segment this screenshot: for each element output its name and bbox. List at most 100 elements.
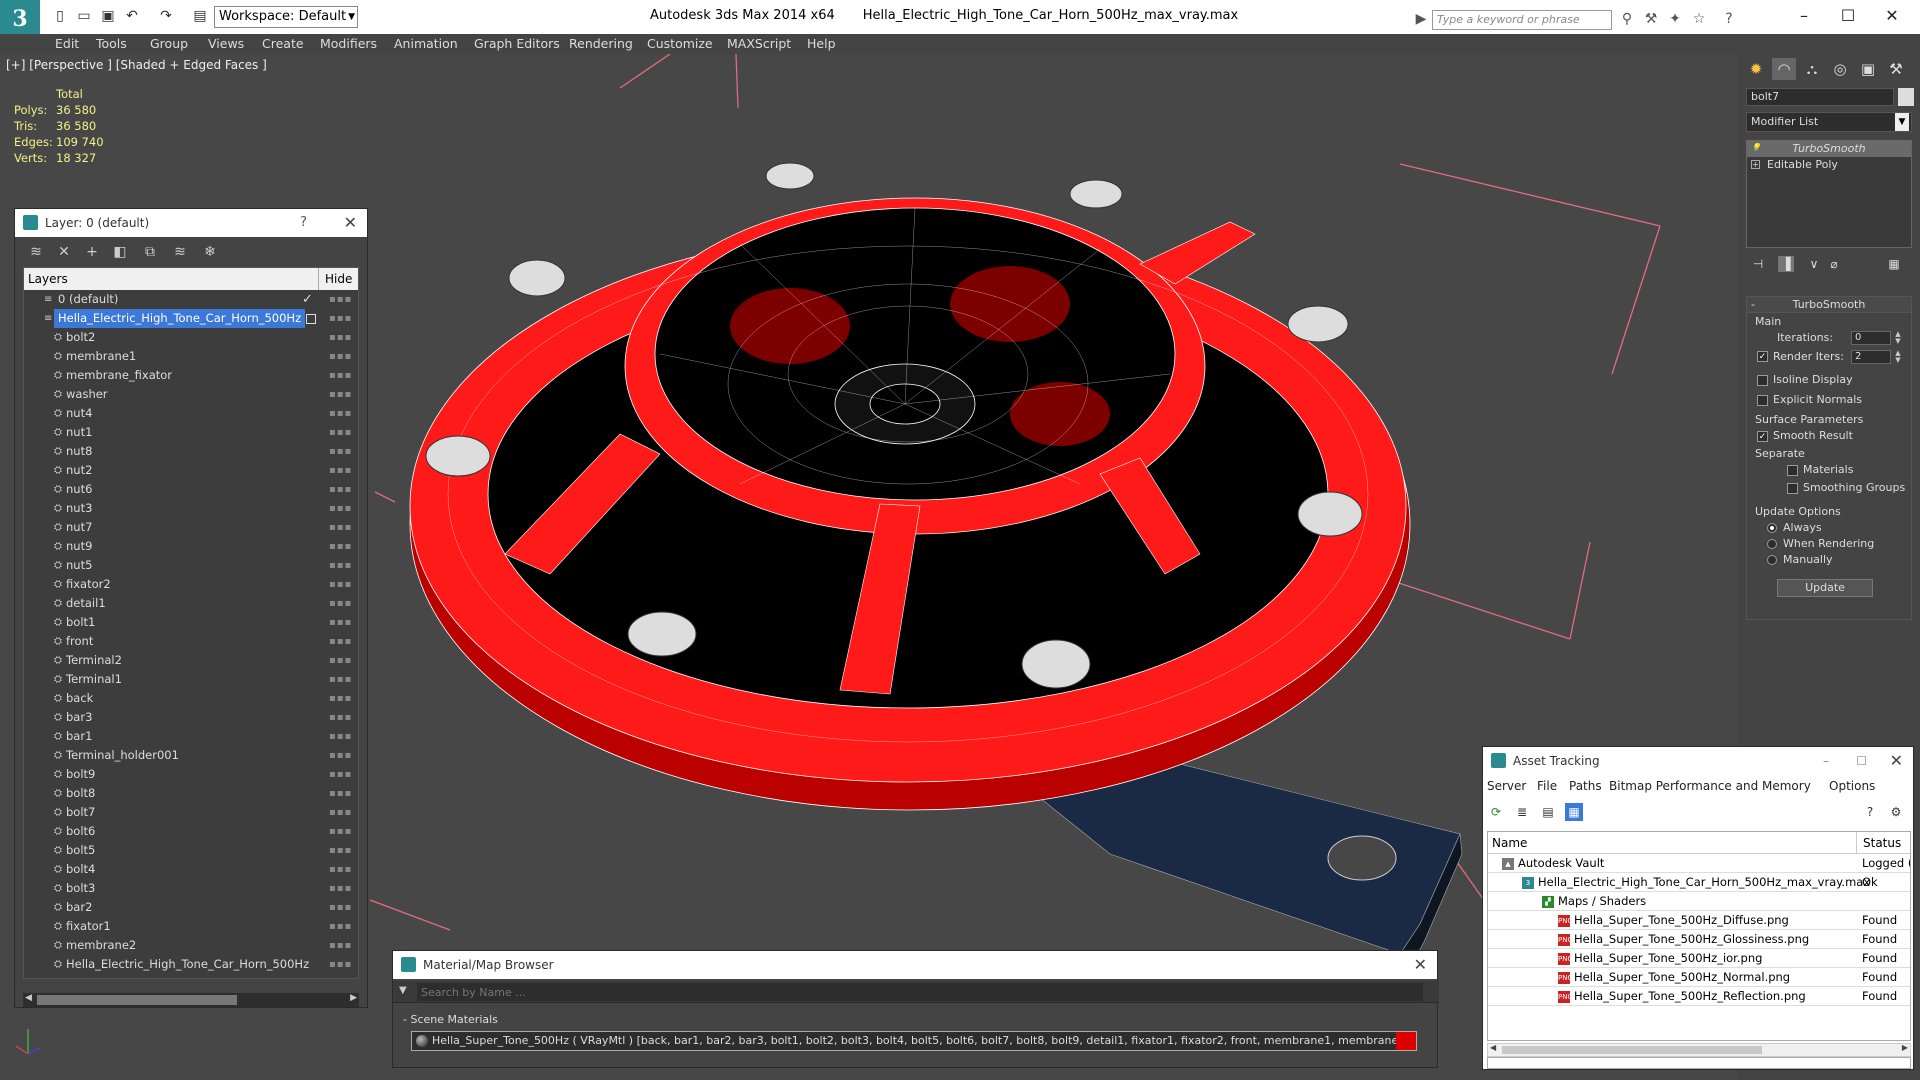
close-icon[interactable]: ✕ [1414, 951, 1427, 979]
app-logo-icon[interactable]: 3 [0, 0, 40, 38]
hide-toggle[interactable]: ▪▪▪ [329, 727, 352, 746]
asset-menu-options[interactable]: Options [1829, 779, 1875, 793]
menu-create[interactable]: Create [262, 36, 304, 51]
update-button[interactable]: Update [1777, 579, 1873, 597]
hide-toggle[interactable]: ▪▪▪ [329, 841, 352, 860]
hide-toggle[interactable]: ▪▪▪ [329, 670, 352, 689]
menu-tools[interactable]: Tools [96, 36, 127, 51]
expand-search-icon[interactable]: ▶ [1412, 10, 1430, 28]
layer-object-row[interactable]: ⛭ bolt4 ▪▪▪ [24, 860, 358, 879]
when-rendering-radio[interactable] [1767, 539, 1777, 549]
horizontal-scrollbar[interactable]: ◀ ▶ [1487, 1043, 1911, 1057]
layer-object-row[interactable]: ⛭ bolt9 ▪▪▪ [24, 765, 358, 784]
menu-graph-editors[interactable]: Graph Editors [474, 36, 560, 51]
undo-icon[interactable]: ↶ [122, 6, 142, 26]
explicit-normals-checkbox[interactable] [1757, 395, 1768, 406]
make-unique-icon[interactable]: ∨ [1806, 256, 1822, 272]
menu-customize[interactable]: Customize [647, 36, 713, 51]
layer-object-row[interactable]: ⛭ nut2 ▪▪▪ [24, 461, 358, 480]
close-icon[interactable]: ✕ [344, 209, 357, 237]
asset-row[interactable]: PNG Hella_Super_Tone_500Hz_Normal.png Foun… [1488, 968, 1910, 987]
current-layer-box[interactable] [306, 314, 316, 324]
hide-toggle[interactable]: ▪▪▪ [329, 594, 352, 613]
asset-row[interactable]: PNG Hella_Super_Tone_500Hz_ior.png Found [1488, 949, 1910, 968]
rollout-header[interactable]: - TurboSmooth [1747, 297, 1911, 313]
layer-object-row[interactable]: ⛭ nut4 ▪▪▪ [24, 404, 358, 423]
layer-object-row[interactable]: ⛭ Terminal1 ▪▪▪ [24, 670, 358, 689]
display-tab-icon[interactable]: ▣ [1856, 58, 1880, 80]
material-item[interactable]: Hella_Super_Tone_500Hz ( VRayMtl ) [back… [411, 1031, 1417, 1051]
hide-toggle[interactable]: ▪▪▪ [329, 461, 352, 480]
hide-toggle[interactable]: ▪▪▪ [329, 575, 352, 594]
favorites-star-icon[interactable]: ☆ [1690, 10, 1708, 28]
layer-object-row[interactable]: ⛭ fixator1 ▪▪▪ [24, 917, 358, 936]
layer-object-row[interactable]: ⛭ membrane1 ▪▪▪ [24, 347, 358, 366]
highlight-layer-icon[interactable]: ⧉ [141, 243, 159, 261]
hide-toggle[interactable]: ▪▪▪ [329, 822, 352, 841]
menu-modifiers[interactable]: Modifiers [320, 36, 377, 51]
scene-materials-group[interactable]: - Scene Materials [403, 1013, 498, 1026]
hide-toggle[interactable]: ▪▪▪ [329, 442, 352, 461]
render-iters-spinner[interactable]: 2 [1851, 350, 1891, 364]
hide-toggle[interactable]: ▪▪▪ [329, 556, 352, 575]
viewport-label[interactable]: [+] [Perspective ] [Shaded + Edged Faces… [6, 58, 267, 72]
menu-views[interactable]: Views [208, 36, 244, 51]
column-status[interactable]: Status [1856, 832, 1910, 854]
menu-edit[interactable]: Edit [55, 36, 79, 51]
list-view-icon[interactable]: ≣ [1513, 803, 1531, 821]
configure-sets-icon[interactable]: ▦ [1886, 256, 1902, 272]
layer-settings-icon[interactable]: ≋ [27, 243, 45, 261]
layer-object-row[interactable]: ⛭ detail1 ▪▪▪ [24, 594, 358, 613]
create-tab-icon[interactable]: ✹ [1744, 58, 1768, 80]
hide-toggle[interactable]: ▪▪▪ [329, 936, 352, 955]
hide-toggle[interactable]: ▪▪▪ [329, 689, 352, 708]
layer-object-row[interactable]: ⛭ nut8 ▪▪▪ [24, 442, 358, 461]
spinner-arrows-icon[interactable]: ▲ ▼ [1893, 350, 1903, 364]
show-end-result-icon[interactable]: ▐ [1778, 256, 1794, 272]
asset-menu-paths[interactable]: Paths [1569, 779, 1602, 793]
asset-menu-bitmap[interactable]: Bitmap Performance and Memory [1609, 779, 1811, 793]
help-icon[interactable]: ? [1720, 10, 1738, 28]
freeze-all-icon[interactable]: ❄ [201, 243, 219, 261]
hide-toggle[interactable]: ▪▪▪ [329, 309, 352, 328]
materials-checkbox[interactable] [1787, 465, 1798, 476]
modify-tab-icon[interactable]: ◠ [1772, 58, 1796, 80]
hide-toggle[interactable]: ▪▪▪ [329, 651, 352, 670]
hide-toggle[interactable]: ▪▪▪ [329, 499, 352, 518]
layer-object-row[interactable]: ⛭ bolt2 ▪▪▪ [24, 328, 358, 347]
close-icon[interactable]: ✕ [1890, 747, 1903, 775]
horizontal-scrollbar[interactable]: ◀ ▶ [23, 993, 359, 1007]
asset-menu-server[interactable]: Server [1487, 779, 1526, 793]
hide-toggle[interactable]: ▪▪▪ [329, 290, 352, 309]
menu-rendering[interactable]: Rendering [569, 36, 633, 51]
smooth-result-checkbox[interactable]: ✓ [1757, 431, 1768, 442]
asset-row[interactable]: 3 Hella_Electric_High_Tone_Car_Horn_500Hz… [1488, 873, 1910, 892]
smoothing-groups-checkbox[interactable] [1787, 483, 1798, 494]
material-search-input[interactable] [417, 983, 1423, 1001]
hide-toggle[interactable]: ▪▪▪ [329, 632, 352, 651]
layer-object-row[interactable]: ⛭ nut3 ▪▪▪ [24, 499, 358, 518]
asset-row[interactable]: PNG Hella_Super_Tone_500Hz_Diffuse.png Fou… [1488, 911, 1910, 930]
hide-toggle[interactable]: ▪▪▪ [329, 613, 352, 632]
layer-panel-titlebar[interactable]: Layer: 0 (default) ? ✕ [15, 209, 367, 237]
expand-plus-icon[interactable]: + [1751, 160, 1760, 169]
scroll-thumb[interactable] [1502, 1046, 1762, 1054]
layer-object-row[interactable]: ⛭ nut6 ▪▪▪ [24, 480, 358, 499]
hide-toggle[interactable]: ▪▪▪ [329, 898, 352, 917]
hide-toggle[interactable]: ▪▪▪ [329, 879, 352, 898]
layer-object-row[interactable]: ⛭ washer ▪▪▪ [24, 385, 358, 404]
open-file-icon[interactable]: ▭ [74, 6, 94, 26]
hide-toggle[interactable]: ▪▪▪ [329, 423, 352, 442]
workspace-dropdown[interactable]: Workspace: Default ▼ [214, 6, 358, 28]
hide-toggle[interactable]: ▪▪▪ [329, 746, 352, 765]
manually-radio[interactable] [1767, 555, 1777, 565]
hide-all-icon[interactable]: ≋ [171, 243, 189, 261]
new-file-icon[interactable]: ▯ [50, 6, 70, 26]
layer-object-row[interactable]: ⛭ bolt8 ▪▪▪ [24, 784, 358, 803]
hide-toggle[interactable]: ▪▪▪ [329, 917, 352, 936]
motion-tab-icon[interactable]: ◎ [1828, 58, 1852, 80]
close-button[interactable]: ✕ [1872, 4, 1912, 28]
table-view-icon[interactable]: ▦ [1565, 803, 1583, 821]
column-hide[interactable]: Hide [318, 268, 358, 290]
save-file-icon[interactable]: ▣ [98, 6, 118, 26]
